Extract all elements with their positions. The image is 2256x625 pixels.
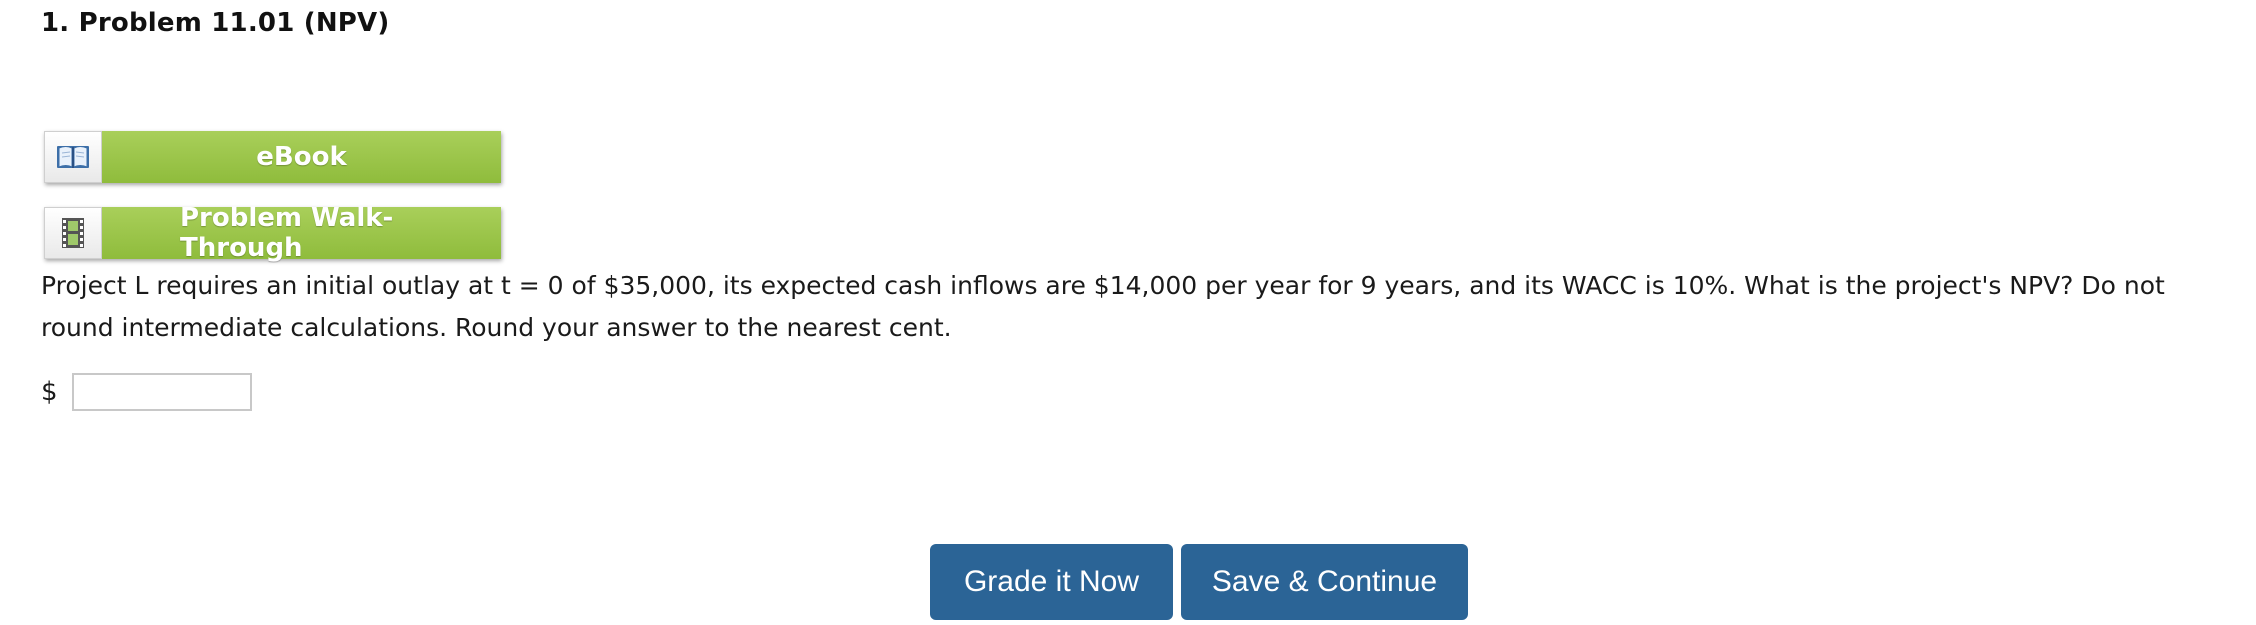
npv-answer-input[interactable] (71, 373, 252, 411)
currency-symbol: $ (41, 377, 58, 407)
answer-row: $ (41, 373, 252, 411)
problem-title: 1. Problem 11.01 (NPV) (41, 8, 390, 38)
ebook-button[interactable]: eBook (44, 131, 501, 183)
book-icon (44, 131, 102, 183)
grade-it-now-button[interactable]: Grade it Now (930, 544, 1173, 620)
ebook-label: eBook (102, 131, 501, 183)
problem-page: 1. Problem 11.01 (NPV) eBook Problem Wal… (0, 0, 2256, 625)
question-text: Project L requires an initial outlay at … (41, 271, 2165, 342)
problem-walkthrough-button[interactable]: Problem Walk-Through (44, 203, 501, 263)
save-and-continue-button[interactable]: Save & Continue (1181, 544, 1468, 620)
film-icon (44, 207, 102, 259)
walkthrough-label: Problem Walk-Through (102, 203, 501, 263)
